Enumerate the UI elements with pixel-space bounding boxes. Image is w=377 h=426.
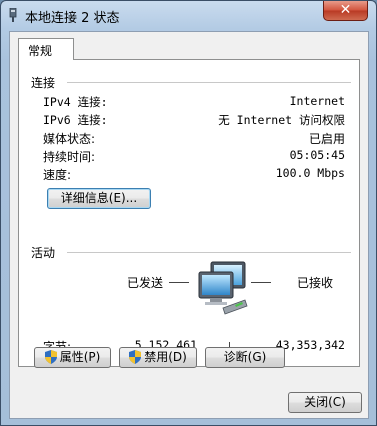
diagnose-button[interactable]: 诊断(G): [205, 347, 285, 368]
details-button-label: 详细信息(E)...: [60, 191, 138, 205]
network-computers-icon: [198, 261, 248, 315]
disable-button-label: 禁用(D): [144, 350, 187, 364]
speed-value: 100.0 Mbps: [275, 166, 345, 180]
received-label: 已接收: [297, 276, 334, 290]
dialog-window: 本地连接 2 状态 ✕ 常规 连接 IPv4 连接: Internet IPv6…: [0, 0, 377, 426]
close-button-label: 关闭(C): [304, 395, 346, 409]
properties-button-label: 属性(P): [59, 350, 101, 364]
connection-divider: [67, 82, 351, 83]
ipv6-label: IPv6 连接:: [43, 113, 108, 127]
properties-button[interactable]: 属性(P): [34, 347, 111, 368]
duration-label: 持续时间:: [43, 150, 96, 164]
title-bar[interactable]: 本地连接 2 状态 ✕: [1, 1, 376, 29]
network-adapter-icon: [9, 8, 17, 22]
ipv4-value: Internet: [289, 94, 345, 108]
title-close-button[interactable]: ✕: [323, 1, 368, 21]
diagnose-button-label: 诊断(G): [223, 350, 267, 364]
sent-line: [169, 282, 189, 283]
activity-heading: 活动: [31, 246, 56, 260]
uac-shield-icon: [44, 350, 57, 364]
uac-shield-icon: [129, 350, 142, 364]
dialog-client: 常规 连接 IPv4 连接: Internet IPv6 连接: 无 Inter…: [9, 31, 369, 419]
window-title: 本地连接 2 状态: [25, 11, 120, 26]
media-state-label: 媒体状态:: [43, 132, 96, 146]
ipv4-label: IPv4 连接:: [43, 95, 108, 109]
tab-panel-general: 连接 IPv4 连接: Internet IPv6 连接: 无 Internet…: [18, 59, 360, 367]
close-icon: ✕: [339, 2, 352, 18]
connection-heading: 连接: [31, 76, 56, 90]
disable-button[interactable]: 禁用(D): [119, 347, 197, 368]
ipv6-value: 无 Internet 访问权限: [218, 113, 345, 127]
duration-value: 05:05:45: [289, 148, 345, 162]
tab-general[interactable]: 常规: [18, 38, 74, 60]
close-button[interactable]: 关闭(C): [288, 392, 362, 413]
media-state-value: 已启用: [308, 132, 345, 146]
activity-divider: [67, 252, 351, 253]
bytes-received-value: 43,353,342: [275, 338, 345, 352]
tab-general-label: 常规: [28, 44, 53, 58]
speed-label: 速度:: [43, 168, 72, 182]
details-button[interactable]: 详细信息(E)...: [47, 188, 151, 209]
sent-label: 已发送: [127, 276, 164, 290]
